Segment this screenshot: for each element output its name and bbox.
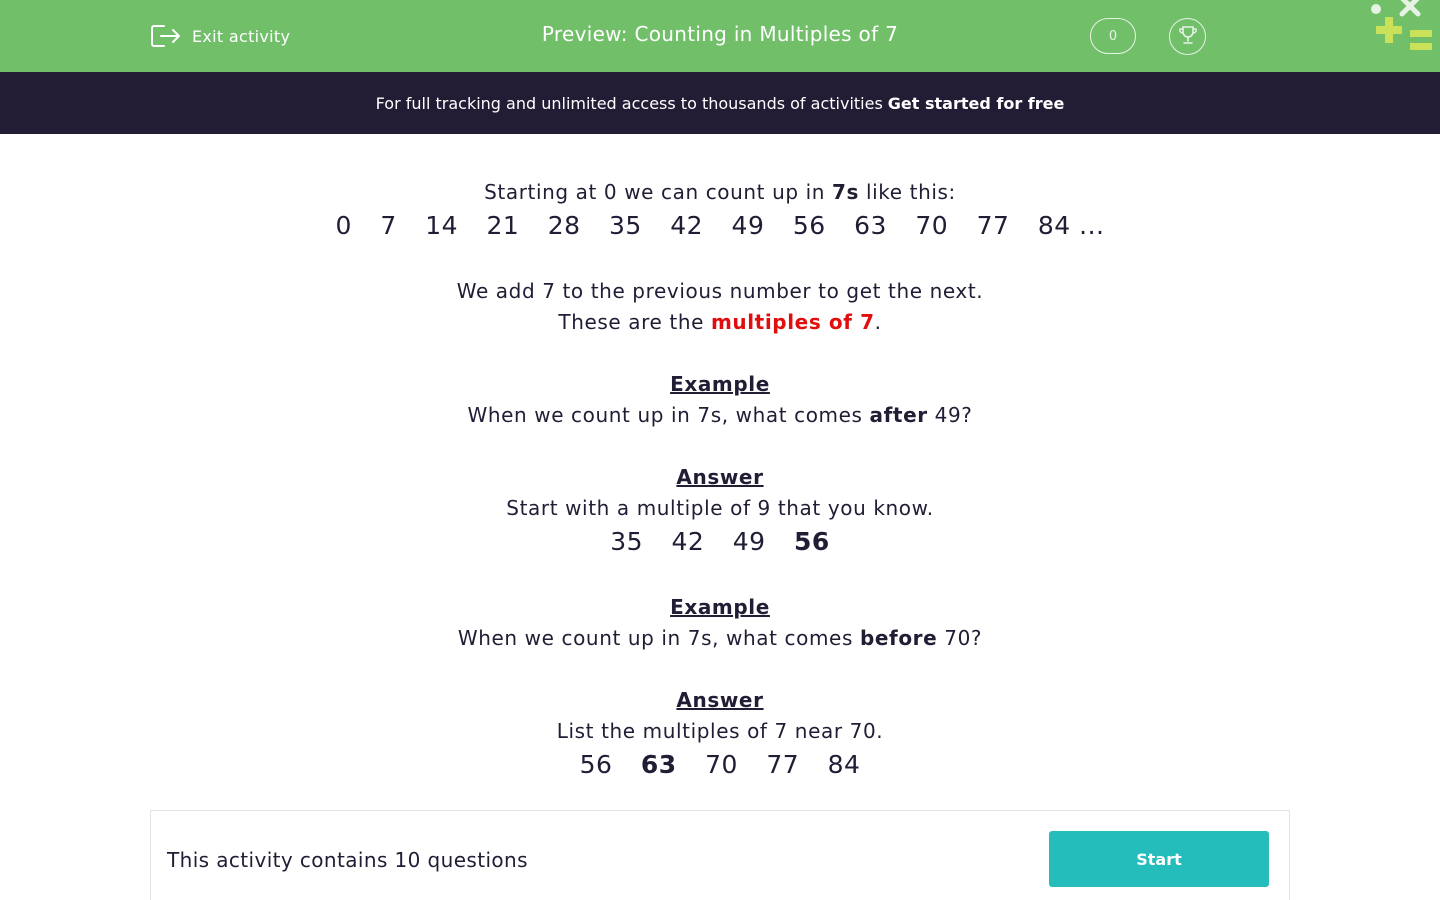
get-started-link[interactable]: Get started for free [888,94,1065,113]
example1-question-text: When we count up in 7s, what comes [467,403,870,427]
answer-number-highlight: 63 [640,750,677,779]
example2-question-end: 70? [937,626,983,650]
top-bar: Exit activity Preview: Counting in Multi… [0,0,1440,72]
sequence-number: 14 [425,211,459,240]
intro-bold: 7s [832,180,860,204]
sequence-number: 7 [380,211,397,240]
example2-answer-heading: Answer [676,688,764,712]
multiples-highlight: multiples of 7 [710,310,875,334]
multiples-text: These are the [558,310,711,334]
example1-answer-text: Start with a multiple of 9 that you know… [506,496,934,520]
multiples-text-end: . [874,310,882,334]
rule-line: We add 7 to the previous number to get t… [456,279,984,303]
promo-banner: For full tracking and unlimited access t… [0,72,1440,134]
trophy-icon [1177,24,1199,50]
multiples-line: These are the multiples of 7. [0,310,1440,334]
answer-number: 56 [579,750,613,779]
answer-number: 84 [827,750,861,779]
sequence-number: 63 [854,211,887,240]
example1-answer-numbers: 35 42 49 56 [0,527,1440,556]
sequence-row: 0 7 14 21 28 35 42 49 56 63 70 77 84 ... [0,211,1440,240]
trophy-button[interactable] [1169,18,1206,55]
sequence-number: 0 [335,211,352,240]
answer-number: 42 [671,527,705,556]
question-count-text: This activity contains 10 questions [167,848,528,872]
sequence-number: 70 [915,211,949,240]
example1-heading: Example [670,372,770,396]
intro-line: Starting at 0 we can count up in 7s like… [0,180,1440,204]
sequence-number: 84 ... [1037,211,1105,240]
brand-logo [1366,0,1440,56]
answer-number: 35 [610,527,644,556]
score-badge: 0 [1090,18,1136,54]
banner-text: For full tracking and unlimited access t… [375,93,883,113]
intro-text: Starting at 0 we can count up in [484,180,832,204]
sequence-number: 56 [792,211,826,240]
page-title: Preview: Counting in Multiples of 7 [541,22,899,46]
answer-number: 70 [705,750,738,779]
example1-answer-heading: Answer [676,465,764,489]
example2-answer-text: List the multiples of 7 near 70. [556,719,884,743]
start-button[interactable]: Start [1049,831,1269,887]
example1-question-end: 49? [927,403,973,427]
sequence-number: 77 [976,211,1010,240]
sequence-number: 49 [731,211,765,240]
example1-question-bold: after [869,403,928,427]
activity-footer-card: This activity contains 10 questions Star… [150,810,1290,900]
intro-text-end: like this: [859,180,956,204]
example2-question: When we count up in 7s, what comes befor… [0,626,1440,650]
sequence-number: 28 [547,211,581,240]
answer-number: 49 [732,527,766,556]
example2-question-bold: before [859,626,938,650]
sequence-number: 35 [609,211,642,240]
example2-answer-numbers: 56 63 70 77 84 [0,750,1440,779]
sequence-number: 21 [486,211,520,240]
example1-question: When we count up in 7s, what comes after… [0,403,1440,427]
sequence-number: 42 [670,211,704,240]
answer-number-highlight: 56 [794,527,830,556]
example2-question-text: When we count up in 7s, what comes [457,626,860,650]
example2-heading: Example [670,595,770,619]
answer-number: 77 [766,750,800,779]
